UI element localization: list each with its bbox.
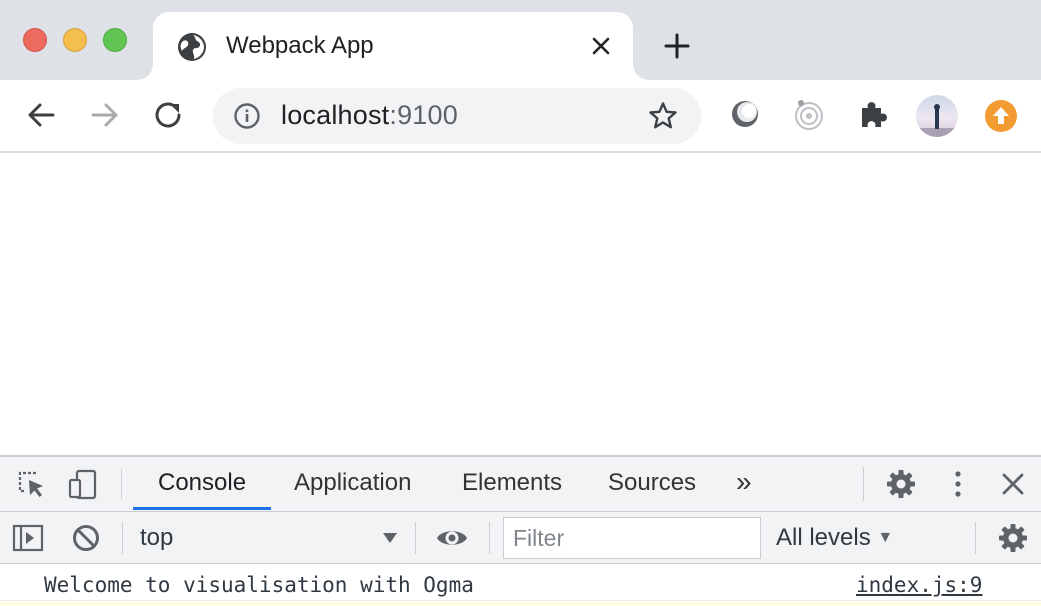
window-close-button[interactable]: [23, 28, 47, 52]
more-tabs-button[interactable]: »: [736, 466, 752, 498]
log-levels-dropdown[interactable]: All levels ▼: [776, 524, 893, 552]
extensions-puzzle-icon[interactable]: [855, 96, 891, 132]
divider: [489, 522, 490, 554]
log-levels-label: All levels: [776, 524, 871, 551]
chevron-down-icon[interactable]: [382, 530, 398, 546]
divider: [415, 522, 416, 554]
tab-application[interactable]: Application: [294, 469, 411, 497]
filter-field[interactable]: [503, 517, 761, 559]
divider: [975, 522, 976, 554]
divider: [122, 522, 123, 554]
context-selector[interactable]: top: [140, 524, 173, 552]
devtools-panel: Console Application Elements Sources » t…: [0, 455, 1041, 606]
console-toolbar: top All levels ▼: [0, 512, 1041, 564]
console-message: Welcome to visualisation with Ogma index…: [0, 565, 1041, 601]
filter-input[interactable]: [504, 518, 760, 558]
window-maximize-button[interactable]: [103, 28, 127, 52]
active-tab-indicator: [133, 507, 271, 510]
sidebar-toggle-icon[interactable]: [12, 522, 44, 554]
bookmark-star-icon[interactable]: [647, 100, 679, 132]
extension-target-icon[interactable]: [791, 96, 827, 132]
tab-title: Webpack App: [226, 32, 374, 59]
window-minimize-button[interactable]: [63, 28, 87, 52]
more-options-icon[interactable]: [942, 468, 974, 500]
profile-avatar[interactable]: [916, 95, 958, 137]
clear-console-icon[interactable]: [70, 522, 102, 554]
new-tab-icon[interactable]: [662, 31, 692, 61]
console-settings-gear-icon[interactable]: [997, 522, 1029, 554]
console-message-text: Welcome to visualisation with Ogma: [44, 573, 474, 597]
divider: [121, 469, 122, 499]
reload-icon[interactable]: [152, 98, 186, 132]
console-prompt[interactable]: [0, 602, 1041, 606]
address-bar[interactable]: localhost:9100: [213, 88, 701, 144]
address-host: localhost: [281, 100, 390, 130]
globe-icon: [178, 33, 206, 61]
settings-gear-icon[interactable]: [885, 468, 917, 500]
forward-arrow-icon[interactable]: [88, 98, 122, 132]
info-icon[interactable]: [233, 102, 261, 130]
profile-photo-icon: [916, 104, 958, 137]
tab-elements[interactable]: Elements: [462, 469, 562, 497]
arrow-up-icon: [993, 107, 1009, 124]
close-devtools-icon[interactable]: [997, 468, 1029, 500]
divider: [863, 467, 864, 501]
tab-strip: Webpack App: [0, 0, 1041, 80]
tab-console[interactable]: Console: [158, 469, 246, 497]
inspect-element-icon[interactable]: [16, 469, 48, 501]
device-toolbar-icon[interactable]: [67, 468, 99, 500]
tab-sources[interactable]: Sources: [608, 469, 696, 497]
caret-down-icon: ▼: [877, 529, 894, 546]
back-arrow-icon[interactable]: [24, 98, 58, 132]
console-message-source-link[interactable]: index.js:9: [856, 573, 982, 597]
tab-close-icon[interactable]: [589, 34, 613, 58]
browser-tab[interactable]: Webpack App: [153, 12, 633, 80]
extension-orb-icon[interactable]: [727, 96, 763, 132]
address-port: :9100: [389, 100, 458, 130]
update-button[interactable]: [985, 100, 1017, 132]
live-expression-eye-icon[interactable]: [436, 522, 468, 554]
devtools-tabbar: Console Application Elements Sources »: [0, 457, 1041, 512]
address-url: localhost:9100: [281, 100, 458, 131]
browser-toolbar: localhost:9100: [0, 80, 1041, 153]
